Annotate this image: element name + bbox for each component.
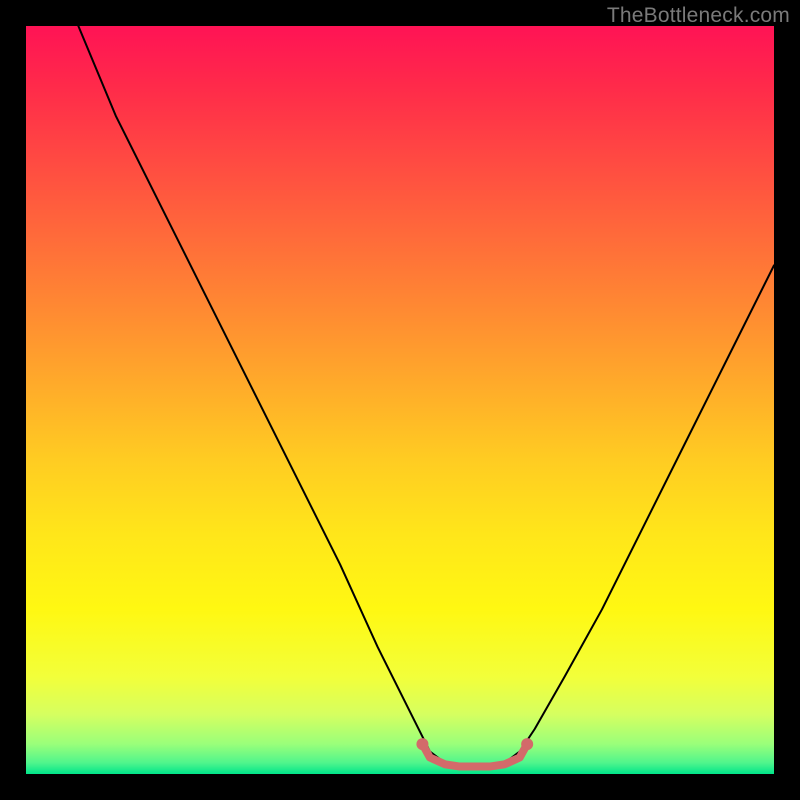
flat-zone-highlight: [422, 744, 527, 766]
flat-zone-endpoint: [416, 738, 428, 750]
plot-area: [26, 26, 774, 774]
curve-layer: [26, 26, 774, 774]
chart-frame: TheBottleneck.com: [0, 0, 800, 800]
watermark-text: TheBottleneck.com: [607, 4, 790, 28]
bottleneck-curve: [78, 26, 774, 767]
flat-zone-endpoint: [521, 738, 533, 750]
